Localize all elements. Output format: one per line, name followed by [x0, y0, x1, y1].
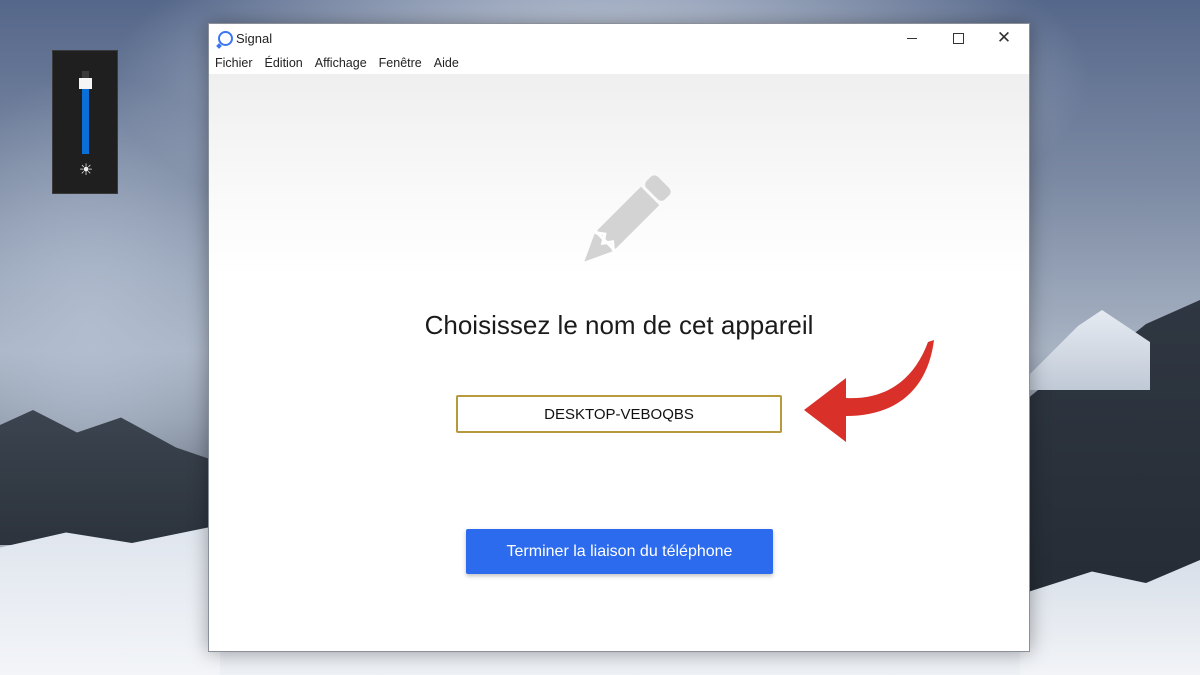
- brightness-slider-fill: [82, 83, 89, 154]
- menu-bar: Fichier Édition Affichage Fenêtre Aide: [209, 52, 1029, 74]
- close-icon: ✕: [996, 27, 1012, 48]
- close-button[interactable]: ✕: [981, 24, 1027, 52]
- signal-logo-icon: [218, 31, 233, 46]
- curved-arrow-icon: [804, 340, 934, 442]
- minimize-button[interactable]: [889, 24, 935, 52]
- brightness-slider-thumb[interactable]: [79, 78, 92, 90]
- maximize-icon: [952, 32, 964, 44]
- menu-item-fichier[interactable]: Fichier: [215, 56, 253, 70]
- minimize-icon: [907, 37, 917, 39]
- brightness-slider[interactable]: [79, 71, 92, 154]
- finish-linking-button[interactable]: Terminer la liaison du téléphone: [466, 529, 773, 574]
- brightness-flyout: ☀: [52, 50, 118, 194]
- device-name-input[interactable]: [456, 395, 782, 433]
- menu-item-aide[interactable]: Aide: [434, 56, 459, 70]
- page-title: Choisissez le nom de cet appareil: [424, 310, 814, 340]
- menu-item-fenetre[interactable]: Fenêtre: [379, 56, 422, 70]
- maximize-button[interactable]: [935, 24, 981, 52]
- wallpaper-mountain-left: [0, 410, 220, 545]
- title-bar[interactable]: Signal ✕: [209, 24, 1029, 52]
- window-title: Signal: [236, 31, 273, 46]
- wallpaper-snow-left: [0, 525, 220, 675]
- brightness-sun-icon: ☀: [78, 160, 94, 179]
- wallpaper-snow-peak: [1030, 310, 1150, 390]
- pencil-icon: [584, 175, 671, 262]
- menu-item-affichage[interactable]: Affichage: [315, 56, 367, 70]
- menu-item-edition[interactable]: Édition: [265, 56, 303, 70]
